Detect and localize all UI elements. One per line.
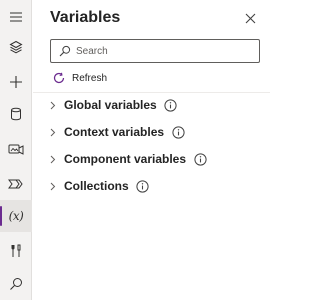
left-rail: (x): [0, 0, 32, 300]
section-collections[interactable]: Collections: [47, 177, 150, 195]
chevron-right-icon: [47, 128, 59, 137]
chevron-right-icon: [47, 182, 59, 191]
section-label: Context variables: [64, 125, 165, 139]
chevron-right-icon: [47, 155, 59, 164]
section-context-variables[interactable]: Context variables: [47, 123, 185, 141]
info-icon[interactable]: [171, 125, 185, 139]
search-field[interactable]: [50, 39, 260, 63]
search-input[interactable]: [74, 41, 254, 61]
panel-title: Variables: [50, 9, 121, 26]
variables-icon-glyph: (x): [8, 209, 24, 223]
search-icon: [56, 45, 74, 57]
power-automate-icon[interactable]: [0, 168, 32, 200]
close-icon[interactable]: [242, 10, 258, 26]
refresh-button[interactable]: Refresh: [52, 70, 107, 86]
refresh-icon: [52, 71, 66, 85]
section-label: Collections: [64, 179, 129, 193]
plus-icon[interactable]: [0, 66, 32, 98]
tools-icon[interactable]: [0, 235, 32, 267]
variables-panel: Variables Refresh Global variables Conte…: [33, 0, 270, 300]
section-global-variables[interactable]: Global variables: [47, 96, 178, 114]
info-icon[interactable]: [193, 152, 207, 166]
info-icon[interactable]: [136, 179, 150, 193]
search-icon[interactable]: [0, 268, 32, 300]
section-label: Global variables: [64, 98, 157, 112]
chevron-right-icon: [47, 101, 59, 110]
layers-icon[interactable]: [0, 31, 32, 63]
hamburger-menu-icon[interactable]: [0, 1, 32, 33]
media-icon[interactable]: [0, 134, 32, 166]
info-icon[interactable]: [164, 98, 178, 112]
section-label: Component variables: [64, 152, 187, 166]
divider: [33, 92, 270, 93]
section-component-variables[interactable]: Component variables: [47, 150, 207, 168]
refresh-label: Refresh: [72, 72, 108, 84]
database-icon[interactable]: [0, 98, 32, 130]
variables-icon[interactable]: (x): [0, 200, 32, 232]
